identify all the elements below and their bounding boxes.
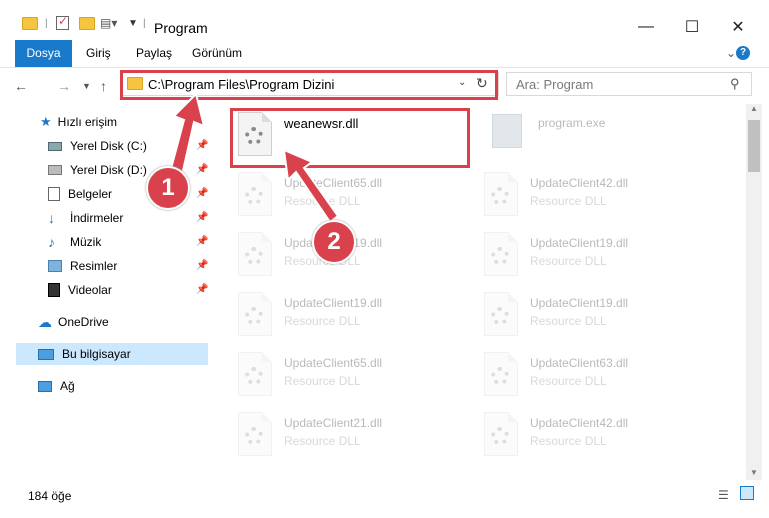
callout-1: 1 [146, 166, 190, 210]
details-view-icon[interactable]: ☰ [718, 488, 729, 502]
item-count: 184 öğe [28, 489, 72, 503]
callout-2: 2 [312, 220, 356, 264]
large-icons-view-icon[interactable] [740, 486, 754, 500]
status-bar: 184 öğe ☰ [0, 480, 769, 518]
annotation-arrows [166, 92, 340, 224]
arrow-2 [282, 148, 340, 224]
